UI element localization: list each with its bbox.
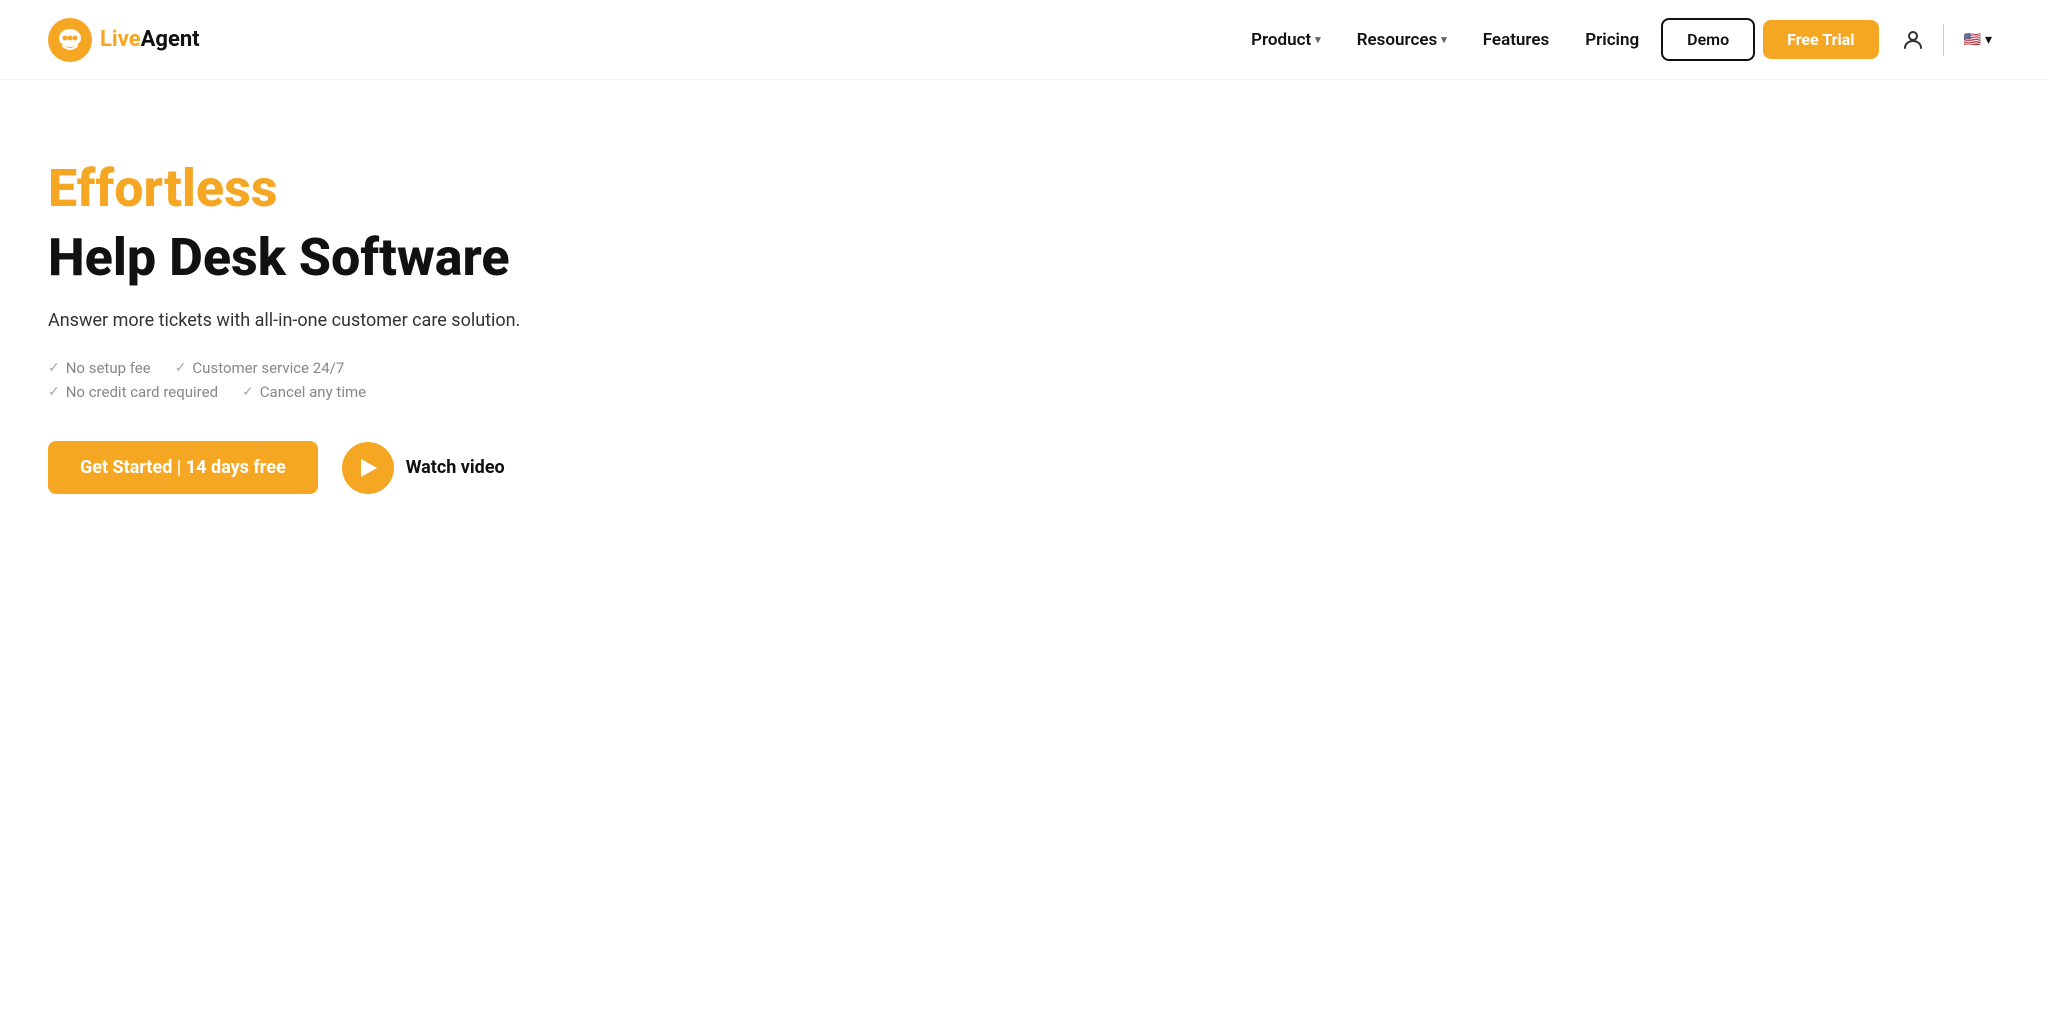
hero-section: Effortless Help Desk Software Answer mor…: [0, 80, 680, 574]
nav-divider: [1943, 24, 1944, 56]
hero-actions: Get Started | 14 days free Watch video: [48, 441, 632, 494]
logo-text: LiveAgent: [100, 27, 200, 52]
product-chevron-icon: ▾: [1315, 33, 1321, 46]
checkmark-icon: ✓: [242, 384, 254, 400]
check-no-setup-fee: ✓ No setup fee: [48, 359, 151, 377]
nav-pricing[interactable]: Pricing: [1571, 22, 1653, 58]
logo[interactable]: LiveAgent: [48, 18, 200, 62]
watch-video-button[interactable]: Watch video: [342, 442, 505, 494]
checklist-row-2: ✓ No credit card required ✓ Cancel any t…: [48, 383, 632, 401]
get-started-button[interactable]: Get Started | 14 days free: [48, 441, 318, 494]
hero-checklist: ✓ No setup fee ✓ Customer service 24/7 ✓…: [48, 359, 632, 401]
checklist-row-1: ✓ No setup fee ✓ Customer service 24/7: [48, 359, 632, 377]
flag-emoji: 🇺🇸: [1964, 32, 1981, 48]
nav-links: Product ▾ Resources ▾ Features Pricing: [1237, 22, 1653, 58]
logo-icon: [48, 18, 92, 62]
nav-resources[interactable]: Resources ▾: [1343, 22, 1461, 58]
demo-button[interactable]: Demo: [1661, 18, 1755, 61]
play-button-circle: [342, 442, 394, 494]
resources-chevron-icon: ▾: [1441, 33, 1447, 46]
play-triangle-icon: [361, 459, 377, 477]
checkmark-icon: ✓: [48, 360, 60, 376]
check-no-credit-card: ✓ No credit card required: [48, 383, 218, 401]
free-trial-button[interactable]: Free Trial: [1763, 20, 1878, 59]
user-account-button[interactable]: [1895, 22, 1931, 58]
nav-right-controls: 🇺🇸 ▾: [1895, 22, 2000, 58]
hero-subtitle: Answer more tickets with all-in-one cust…: [48, 310, 632, 331]
language-chevron-icon: ▾: [1985, 32, 1992, 48]
checkmark-icon: ✓: [175, 360, 187, 376]
nav-product[interactable]: Product ▾: [1237, 22, 1335, 58]
nav-features[interactable]: Features: [1469, 22, 1564, 58]
hero-title: Help Desk Software: [48, 229, 632, 286]
language-selector[interactable]: 🇺🇸 ▾: [1956, 28, 2000, 52]
check-cancel-anytime: ✓ Cancel any time: [242, 383, 366, 401]
check-customer-service: ✓ Customer service 24/7: [175, 359, 345, 377]
hero-tagline: Effortless: [48, 160, 632, 217]
watch-video-label: Watch video: [406, 457, 505, 478]
user-icon: [1901, 28, 1925, 52]
navbar: LiveAgent Product ▾ Resources ▾ Features…: [0, 0, 2048, 80]
checkmark-icon: ✓: [48, 384, 60, 400]
